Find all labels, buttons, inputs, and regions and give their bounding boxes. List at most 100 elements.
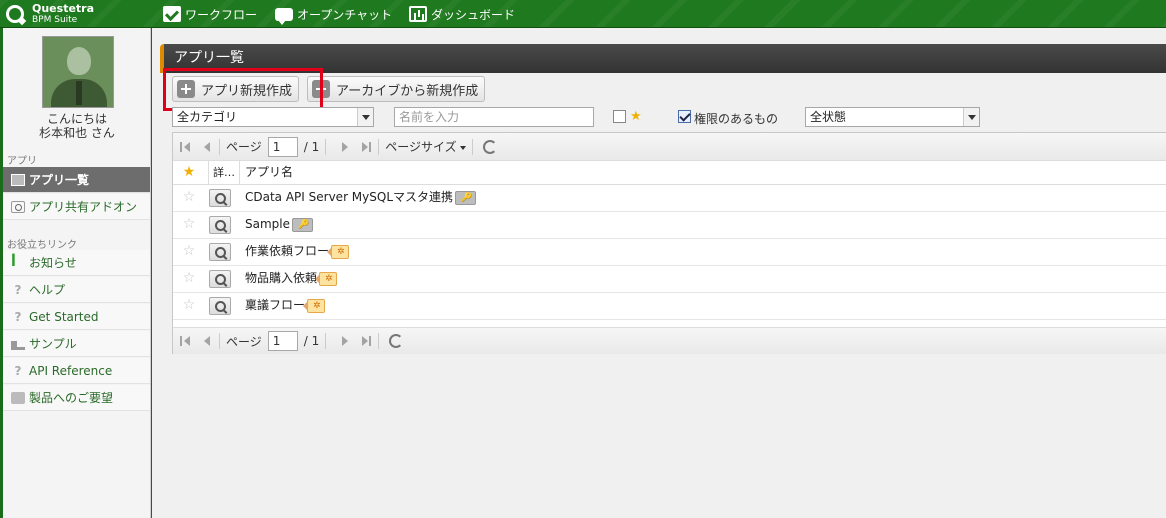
- detail-magnifier-icon[interactable]: [209, 270, 231, 288]
- detail-magnifier-icon[interactable]: [209, 297, 231, 315]
- sidebar-item-label: Get Started: [29, 309, 99, 324]
- nav-workflow[interactable]: ワークフロー: [163, 5, 257, 23]
- table-row[interactable]: ☆ 稟議フロー ✲: [173, 293, 1166, 320]
- permission-filter-checkbox[interactable]: [678, 110, 691, 123]
- sidebar-item-news[interactable]: ꟾ お知らせ: [3, 250, 150, 276]
- avatar[interactable]: [42, 36, 114, 108]
- table-row[interactable]: ☆ CData API Server MySQLマスタ連携 🔑: [173, 185, 1166, 212]
- sidebar-item-app-list[interactable]: アプリ一覧: [3, 167, 150, 193]
- feedback-icon: [11, 391, 25, 404]
- next-page-icon[interactable]: [338, 334, 352, 348]
- key-tag-icon: 🔑: [287, 217, 314, 232]
- table-row[interactable]: ☆ Sample 🔑: [173, 212, 1166, 239]
- nav-workflow-label: ワークフロー: [185, 7, 258, 22]
- new-from-archive-button[interactable]: アーカイブから新規作成: [307, 76, 486, 102]
- refresh-icon[interactable]: [482, 139, 497, 154]
- nav-dashboard[interactable]: ダッシュボード: [409, 5, 515, 23]
- app-list-icon: [11, 173, 25, 186]
- key-tag-icon: 🔑: [450, 190, 477, 205]
- column-app-name[interactable]: アプリ名: [245, 161, 293, 184]
- app-name[interactable]: 稟議フロー: [245, 293, 305, 318]
- table-row[interactable]: ☆ 物品購入依頼 ✲: [173, 266, 1166, 293]
- grid-header: ★ 詳… アプリ名: [173, 160, 1166, 185]
- favorite-star-icon[interactable]: ☆: [173, 212, 205, 238]
- sample-icon: [11, 338, 25, 350]
- main-content: アプリ一覧 アプリ新規作成 アーカイブから新規作成 全カテゴリ 名前を入力 ★ …: [152, 28, 1166, 518]
- name-search-input[interactable]: 名前を入力: [394, 107, 594, 127]
- new-app-label: アプリ新規作成: [201, 83, 293, 99]
- status-select[interactable]: 全状態: [805, 107, 980, 127]
- app-name[interactable]: CData API Server MySQLマスタ連携: [245, 185, 453, 210]
- prev-page-icon[interactable]: [199, 140, 213, 154]
- sidebar-item-label: サンプル: [29, 337, 77, 351]
- chevron-down-icon: [963, 108, 979, 126]
- app-list-grid: ページ 1 / 1 ページサイズ ★ 詳… アプリ名 ☆ CData API S…: [172, 132, 1166, 354]
- page-size-label: ページサイズ: [385, 140, 457, 154]
- chat-bubble-icon: [275, 7, 293, 25]
- column-detail[interactable]: 詳…: [213, 161, 235, 184]
- questetra-logo[interactable]: Questetra BPM Suite: [6, 3, 106, 25]
- favorite-star-icon[interactable]: ☆: [173, 266, 205, 292]
- sidebar-item-label: アプリ共有アドオン: [29, 200, 138, 214]
- refresh-icon[interactable]: [389, 334, 404, 348]
- star-column-icon[interactable]: ★: [173, 161, 205, 184]
- status-select-value: 全状態: [810, 110, 847, 124]
- nav-open-chat[interactable]: オープンチャット: [275, 5, 393, 25]
- page-title: アプリ一覧: [160, 44, 1166, 73]
- sidebar-item-label: アプリ一覧: [29, 173, 90, 187]
- news-icon: ꟾ: [11, 254, 16, 270]
- top-header: Questetra BPM Suite ワークフロー オープンチャット ダッシュ…: [0, 0, 1166, 28]
- asterisk-tag-icon: ✲: [327, 244, 349, 259]
- new-from-archive-label: アーカイブから新規作成: [336, 83, 479, 99]
- help-icon: ?: [14, 363, 22, 378]
- app-name[interactable]: 作業依頼フロー: [245, 239, 329, 264]
- first-page-icon[interactable]: [179, 140, 193, 154]
- favorite-star-icon[interactable]: ☆: [173, 185, 205, 211]
- favorite-star-icon[interactable]: ☆: [173, 293, 205, 319]
- pager-bottom: ページ 1 / 1: [173, 327, 1166, 354]
- caret-down-icon: [459, 145, 466, 150]
- sidebar-item-help[interactable]: ? ヘルプ: [3, 277, 150, 303]
- detail-magnifier-icon[interactable]: [209, 189, 231, 207]
- detail-magnifier-icon[interactable]: [209, 216, 231, 234]
- sidebar-item-label: 製品へのご要望: [29, 391, 114, 405]
- section-app-label: アプリ: [7, 156, 37, 167]
- chevron-down-icon: [357, 108, 373, 126]
- sidebar-item-app-addon[interactable]: アプリ共有アドオン: [3, 194, 150, 220]
- app-name[interactable]: 物品購入依頼: [245, 266, 317, 291]
- page-number-input[interactable]: 1: [267, 136, 298, 157]
- sidebar-item-label: お知らせ: [29, 256, 77, 270]
- nav-open-chat-label: オープンチャット: [297, 7, 393, 22]
- sidebar-item-api-reference[interactable]: ? API Reference: [3, 358, 150, 384]
- help-icon: ?: [14, 282, 22, 297]
- last-page-icon[interactable]: [358, 140, 372, 154]
- section-links-label: お役立ちリンク: [7, 240, 77, 251]
- logo-mark-icon: [6, 5, 24, 23]
- pager-top: ページ 1 / 1 ページサイズ: [173, 133, 1166, 160]
- star-icon: ★: [630, 109, 642, 124]
- page-number-input[interactable]: 1: [267, 331, 298, 351]
- help-icon: ?: [14, 309, 22, 324]
- category-select[interactable]: 全カテゴリ: [172, 107, 374, 127]
- favorite-filter-checkbox[interactable]: [613, 110, 626, 123]
- app-name[interactable]: Sample: [245, 212, 290, 237]
- favorite-star-icon[interactable]: ☆: [173, 239, 205, 265]
- table-row[interactable]: ☆ 作業依頼フロー ✲: [173, 239, 1166, 266]
- next-page-icon[interactable]: [338, 140, 352, 154]
- sidebar-item-sample[interactable]: サンプル: [3, 331, 150, 357]
- first-page-icon[interactable]: [179, 334, 193, 348]
- page-label: ページ: [226, 334, 262, 349]
- new-app-button[interactable]: アプリ新規作成: [172, 76, 300, 102]
- detail-magnifier-icon[interactable]: [209, 243, 231, 261]
- page-total: / 1: [303, 334, 320, 348]
- nav-dashboard-label: ダッシュボード: [431, 7, 516, 22]
- dashboard-icon: [409, 6, 427, 22]
- sidebar-item-feedback[interactable]: 製品へのご要望: [3, 385, 150, 411]
- page-total: / 1: [303, 139, 320, 154]
- addon-icon: [11, 200, 25, 213]
- sidebar-item-get-started[interactable]: ? Get Started: [3, 304, 150, 330]
- sidebar: こんにちは 杉本和也 さん アプリ アプリ一覧 アプリ共有アドオン お役立ちリン…: [3, 28, 151, 518]
- last-page-icon[interactable]: [358, 334, 372, 348]
- prev-page-icon[interactable]: [199, 334, 213, 348]
- page-size-dropdown[interactable]: ページサイズ: [385, 138, 466, 155]
